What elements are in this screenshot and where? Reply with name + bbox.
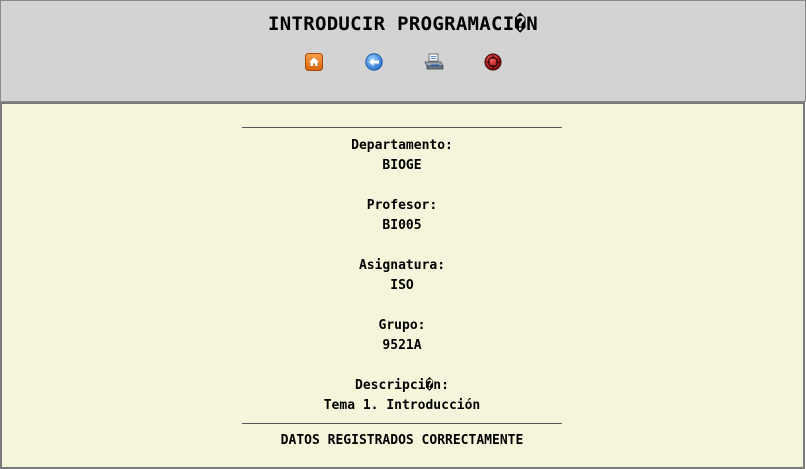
exit-icon[interactable] [484, 53, 502, 71]
profesor-label: Profesor: [366, 198, 438, 213]
asignatura-label: Asignatura: [358, 258, 446, 273]
descripcion-label: Descripci�n: [355, 378, 449, 393]
home-icon[interactable] [305, 53, 323, 71]
asignatura-value: ISO [390, 278, 414, 293]
page-title: INTRODUCIR PROGRAMACI�N [268, 13, 538, 35]
grupo-value: 9521A [382, 338, 422, 353]
print-icon[interactable] [424, 53, 444, 71]
descripcion-value: Tema 1. Introducción [323, 398, 481, 413]
bottom-divider [242, 423, 562, 424]
departamento-label: Departamento: [351, 138, 453, 153]
top-divider [242, 127, 562, 128]
profesor-value: BI005 [382, 218, 422, 233]
status-message: DATOS REGISTRADOS CORRECTAMENTE [280, 433, 524, 448]
header-frame: INTRODUCIR PROGRAMACI�N [0, 0, 806, 102]
grupo-label: Grupo: [378, 318, 426, 333]
back-icon[interactable] [365, 53, 383, 71]
departamento-value: BIOGE [382, 158, 422, 173]
